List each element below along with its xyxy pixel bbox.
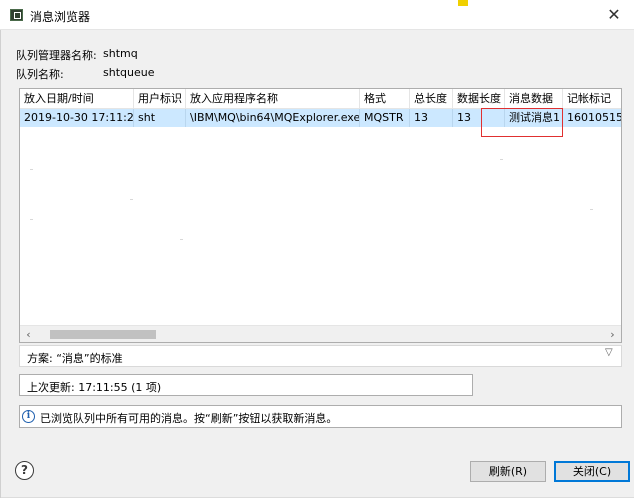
decorative-mark [458, 0, 468, 6]
table-header: 放入日期/时间 用户标识 放入应用程序名称 格式 总长度 数据长度 消息数据 记… [20, 89, 621, 109]
window-edge [0, 30, 1, 498]
highlight-annotation [481, 108, 563, 137]
faint-artifact [130, 199, 133, 200]
horizontal-scrollbar[interactable]: ‹ › [20, 325, 621, 342]
faint-artifact [30, 169, 33, 170]
dropdown-arrow-icon[interactable]: ▽ [605, 347, 613, 358]
scroll-thumb[interactable] [50, 330, 156, 339]
queue-value: shtqueue [103, 66, 155, 79]
dialog-body: 队列管理器名称: shtmq 队列名称: shtqueue 放入日期/时间 用户… [0, 30, 634, 498]
scheme-selector[interactable]: 方案: “消息”的标准 ▽ [19, 345, 622, 367]
faint-artifact [590, 209, 593, 210]
column-header-accounting-token[interactable]: 记帐标记 [563, 89, 621, 109]
column-header-put-datetime[interactable]: 放入日期/时间 [20, 89, 134, 109]
status-notice: i 已浏览队列中所有可用的消息。按“刷新”按钮以获取新消息。 [19, 405, 622, 428]
scroll-left-icon[interactable]: ‹ [20, 326, 37, 342]
column-header-message-data[interactable]: 消息数据 [505, 89, 563, 109]
message-table: 放入日期/时间 用户标识 放入应用程序名称 格式 总长度 数据长度 消息数据 记… [19, 88, 622, 343]
queue-manager-label: 队列管理器名称: [16, 49, 97, 62]
window-title: 消息浏览器 [30, 10, 91, 24]
help-icon[interactable]: ? [15, 461, 34, 480]
refresh-button[interactable]: 刷新(R) [470, 461, 546, 482]
close-icon[interactable]: ✕ [603, 6, 625, 24]
cell-format: MQSTR [360, 109, 410, 127]
column-header-data-length[interactable]: 数据长度 [453, 89, 505, 109]
faint-artifact [30, 219, 33, 220]
app-icon [10, 9, 23, 21]
column-header-format[interactable]: 格式 [360, 89, 410, 109]
column-header-put-application[interactable]: 放入应用程序名称 [186, 89, 360, 109]
last-updated-label: 上次更新: 17:11:55 (1 项) [27, 381, 162, 394]
cell-put-application: \IBM\MQ\bin64\MQExplorer.exe [186, 109, 360, 127]
cell-user-id: sht [134, 109, 186, 127]
cell-total-length: 13 [410, 109, 453, 127]
faint-artifact [180, 239, 183, 240]
column-header-user-id[interactable]: 用户标识 [134, 89, 186, 109]
queue-manager-value: shtmq [103, 47, 138, 60]
cell-accounting-token: 16010515C [567, 111, 621, 124]
last-updated-field: 上次更新: 17:11:55 (1 项) [19, 374, 473, 396]
info-icon: i [22, 410, 35, 423]
queue-label: 队列名称: [16, 68, 64, 81]
column-header-total-length[interactable]: 总长度 [410, 89, 453, 109]
close-button[interactable]: 关闭(C) [554, 461, 630, 482]
scroll-right-icon[interactable]: › [604, 326, 621, 342]
faint-artifact [500, 159, 503, 160]
scheme-label: 方案: “消息”的标准 [27, 352, 123, 365]
title-bar: 消息浏览器 ✕ [0, 0, 634, 30]
notice-text: 已浏览队列中所有可用的消息。按“刷新”按钮以获取新消息。 [40, 412, 338, 425]
cell-put-datetime: 2019-10-30 17:11:24 [20, 109, 134, 127]
